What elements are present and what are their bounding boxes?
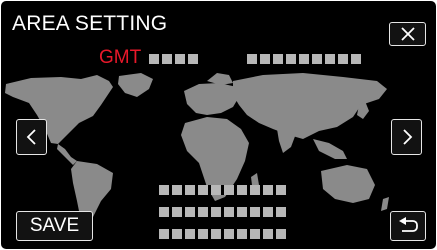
- page-title: AREA SETTING: [12, 12, 168, 35]
- city-list-line: [159, 229, 289, 239]
- return-icon: [399, 217, 418, 232]
- city-list-line: [159, 207, 289, 217]
- close-button[interactable]: [389, 22, 426, 46]
- chevron-left-icon: [26, 129, 36, 145]
- area-value: [247, 54, 361, 64]
- return-button[interactable]: [390, 211, 426, 241]
- save-button[interactable]: SAVE: [16, 211, 93, 241]
- close-icon: [400, 27, 415, 41]
- next-area-button[interactable]: [391, 119, 422, 155]
- gmt-label: GMT: [99, 47, 142, 68]
- city-list-line: [159, 185, 289, 195]
- gmt-offset-value: [149, 54, 199, 64]
- chevron-right-icon: [402, 129, 412, 145]
- area-setting-screen: AREA SETTING GMT SAVE: [1, 1, 436, 249]
- previous-area-button[interactable]: [16, 119, 47, 155]
- save-button-label: SAVE: [29, 215, 80, 236]
